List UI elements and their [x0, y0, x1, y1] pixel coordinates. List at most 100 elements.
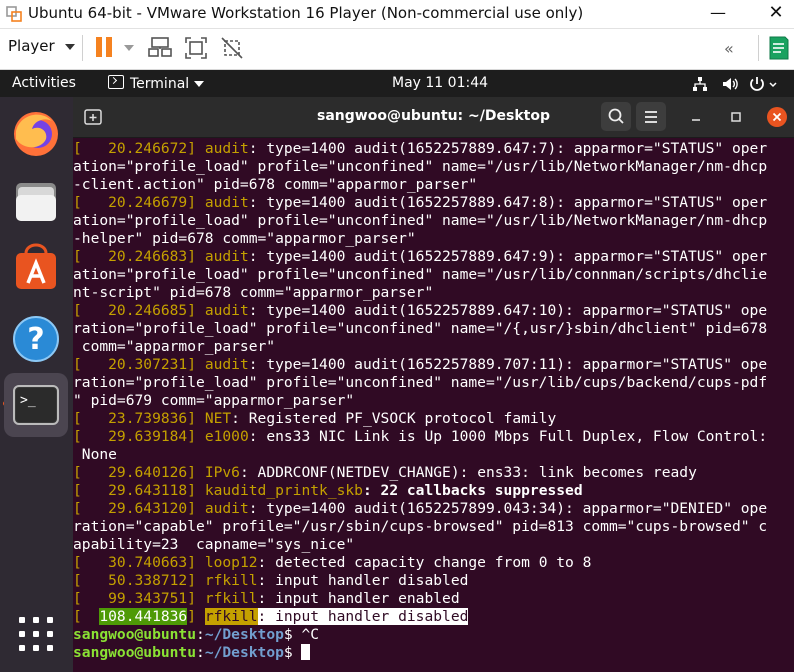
bracket-open: [: [73, 482, 100, 499]
dock-item-files[interactable]: [4, 169, 68, 233]
send-ctrl-alt-del-icon[interactable]: [148, 36, 172, 60]
dock-item-help[interactable]: ?: [4, 305, 68, 369]
line-text: ation="profile_load" profile="unconfined…: [73, 158, 768, 175]
player-menu-button[interactable]: Player: [8, 37, 75, 59]
terminal-output-area[interactable]: [ 20.246672] audit: type=1400 audit(1652…: [73, 138, 794, 672]
timestamp: 20.246672: [99, 140, 188, 157]
collapse-sidebar-icon[interactable]: «: [724, 39, 734, 58]
pause-button[interactable]: [94, 37, 134, 61]
log-tag: rfkill: [204, 572, 258, 589]
terminal-line: comm="apparmor_parser": [73, 338, 275, 355]
bracket-open: [: [73, 608, 100, 625]
maximize-icon[interactable]: [727, 108, 745, 126]
log-tag: IPv6: [204, 464, 240, 481]
line-text: ration="profile_load" profile="unconfine…: [73, 374, 768, 391]
log-tag: audit: [204, 302, 249, 319]
timestamp: 50.338712: [99, 572, 188, 589]
bracket-open: [: [73, 590, 100, 607]
bracket-close: ]: [187, 410, 205, 427]
terminal-line: ration="capable" profile="/usr/sbin/cups…: [73, 518, 767, 535]
apps-grid-icon: [19, 617, 25, 623]
terminal-header-bar: sangwoo@ubuntu: ~/Desktop: [73, 97, 794, 138]
timestamp: 29.643118: [99, 482, 188, 499]
shell-prompt-line: sangwoo@ubuntu:~/Desktop$: [73, 644, 311, 661]
fullscreen-icon[interactable]: [184, 36, 208, 60]
terminal-output: [ 20.246672] audit: type=1400 audit(1652…: [73, 140, 767, 662]
chevron-down-icon: [194, 81, 205, 87]
terminal-line: [ 50.338712] rfkill: input handler disab…: [73, 572, 468, 589]
log-message: : detected capacity change from 0 to 8: [257, 554, 592, 571]
window-title: Ubuntu 64-bit - VMware Workstation 16 Pl…: [28, 4, 584, 22]
network-icon[interactable]: [692, 76, 708, 92]
terminal-line: [ 29.639184] e1000: ens33 NIC Link is Up…: [73, 428, 767, 445]
terminal-line: [ 20.307231] audit: type=1400 audit(1652…: [73, 356, 767, 373]
line-text: None: [73, 446, 117, 463]
log-message: : type=1400 audit(1652257889.647:10): ap…: [248, 302, 768, 319]
timestamp: 29.640126: [99, 464, 188, 481]
vmware-title-bar: Ubuntu 64-bit - VMware Workstation 16 Pl…: [0, 0, 794, 29]
terminal-line: [ 29.643120] audit: type=1400 audit(1652…: [73, 500, 767, 517]
activities-button[interactable]: Activities: [12, 75, 76, 91]
bracket-close: ]: [187, 554, 205, 571]
text-cursor: [301, 644, 311, 660]
dock-item-terminal[interactable]: >_: [4, 373, 68, 437]
show-applications-button[interactable]: [19, 617, 53, 651]
bracket-close: ]: [187, 500, 205, 517]
terminal-line: [ 29.643118] kauditd_printk_skb: 22 call…: [73, 482, 583, 499]
clock[interactable]: May 11 01:44: [392, 75, 488, 91]
prompt-symbol: $: [283, 644, 302, 661]
minimize-icon[interactable]: [687, 108, 705, 126]
line-text: -client.action" pid=678 comm="apparmor_p…: [73, 176, 478, 193]
bracket-close: ]: [187, 248, 205, 265]
power-icon[interactable]: [748, 75, 778, 93]
terminal-line: [ 99.343751] rfkill: input handler enabl…: [73, 590, 460, 607]
log-tag: loop12: [204, 554, 258, 571]
terminal-line: ation="profile_load" profile="unconfined…: [73, 158, 767, 175]
terminal-line: ration="profile_load" profile="unconfine…: [73, 320, 767, 337]
dock-item-ubuntu-software[interactable]: [4, 237, 68, 301]
pause-icon: [96, 37, 102, 57]
prompt-path: ~/Desktop: [204, 644, 284, 661]
search-button[interactable]: [601, 102, 631, 131]
bracket-open: [: [73, 428, 100, 445]
log-message: : type=1400 audit(1652257889.647:8): app…: [248, 194, 768, 211]
line-text: ration="profile_load" profile="unconfine…: [73, 320, 768, 337]
notes-icon[interactable]: [768, 35, 790, 61]
line-text: comm="apparmor_parser": [73, 338, 276, 355]
terminal-line: -client.action" pid=678 comm="apparmor_p…: [73, 176, 477, 193]
bracket-close: ]: [187, 302, 205, 319]
dock-item-firefox[interactable]: [4, 101, 68, 165]
minimize-button[interactable]: —: [706, 2, 730, 26]
log-message: : type=1400 audit(1652257889.707:11): ap…: [248, 356, 768, 373]
chevron-down-icon: [124, 45, 134, 51]
timestamp: 29.643120: [99, 500, 188, 517]
chevron-down-icon: [64, 43, 75, 50]
bracket-open: [: [73, 464, 100, 481]
hamburger-menu-button[interactable]: [636, 102, 666, 131]
terminal-line: [ 108.441836] rfkill: input handler disa…: [73, 608, 469, 625]
prompt-user: sangwoo@ubuntu: [73, 626, 197, 643]
bracket-open: [: [73, 572, 100, 589]
log-tag: audit: [204, 194, 249, 211]
log-tag: audit: [204, 140, 249, 157]
log-message: : ens33 NIC Link is Up 1000 Mbps Full Du…: [248, 428, 768, 445]
log-tag: kauditd_printk_skb: [204, 482, 363, 499]
log-message: : 22 callbacks suppressed: [362, 482, 583, 499]
hamburger-menu-icon: [645, 111, 657, 123]
log-message: : type=1400 audit(1652257889.647:7): app…: [248, 140, 768, 157]
close-terminal-button[interactable]: [767, 107, 787, 127]
volume-icon[interactable]: [721, 75, 739, 93]
terminal-line: None: [73, 446, 117, 463]
bracket-close: ]: [187, 482, 205, 499]
timestamp: 20.246685: [99, 302, 188, 319]
close-window-button[interactable]: ✕: [764, 2, 788, 26]
bracket-close: ]: [187, 140, 205, 157]
terminal-app-menu[interactable]: Terminal: [108, 75, 205, 92]
bracket-open: [: [73, 140, 100, 157]
terminal-title: sangwoo@ubuntu: ~/Desktop: [317, 108, 550, 124]
unity-mode-icon[interactable]: [220, 36, 244, 60]
terminal-line: [ 20.246672] audit: type=1400 audit(1652…: [73, 140, 767, 157]
log-tag: e1000: [204, 428, 249, 445]
player-menu-label: Player: [8, 37, 55, 55]
software-store-icon: [16, 243, 56, 289]
